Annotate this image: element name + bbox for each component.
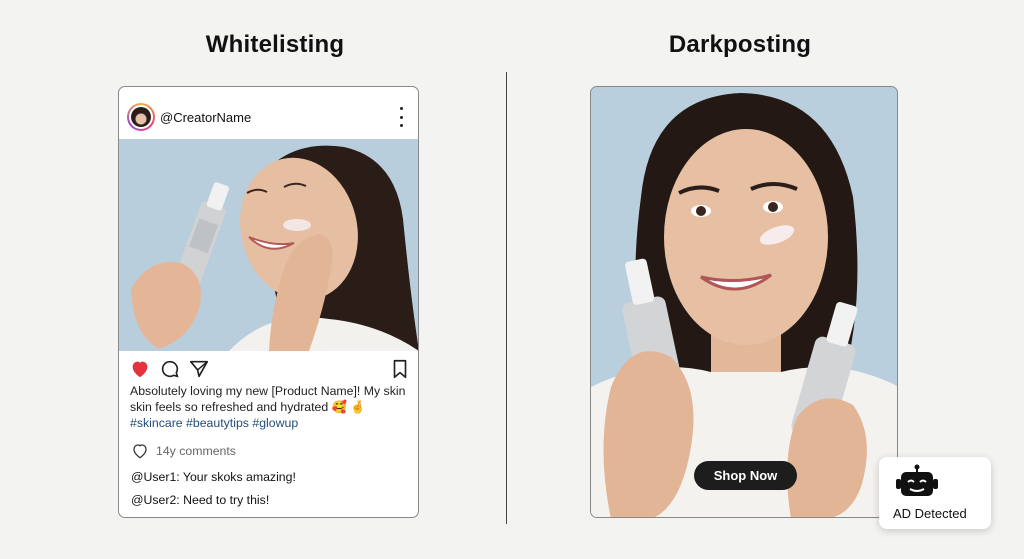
ad-detected-label: AD Detected bbox=[893, 506, 967, 521]
comment-item: @User2: Need to try this! bbox=[131, 493, 270, 507]
divider bbox=[506, 72, 507, 524]
whitelisting-title: Whitelisting bbox=[205, 31, 345, 58]
comment-icon[interactable] bbox=[159, 358, 181, 380]
ad-photo bbox=[591, 87, 897, 517]
avatar[interactable] bbox=[127, 103, 155, 131]
heart-outline-icon[interactable] bbox=[130, 442, 150, 460]
post-caption: Absolutely loving my new [Product Name]!… bbox=[130, 383, 412, 431]
comment-item: @User1: Your skoks amazing! bbox=[131, 470, 296, 484]
more-options-icon[interactable] bbox=[394, 107, 408, 127]
share-icon[interactable] bbox=[188, 358, 210, 380]
username[interactable]: @CreatorName bbox=[160, 110, 251, 125]
hashtags[interactable]: #skincare #beautytips #glowup bbox=[130, 416, 298, 430]
comments-count[interactable]: 14y comments bbox=[156, 444, 236, 458]
heart-icon[interactable] bbox=[129, 358, 151, 380]
shop-now-button[interactable]: Shop Now bbox=[694, 461, 797, 490]
post-header: @CreatorName bbox=[119, 87, 418, 139]
post-photo bbox=[119, 139, 418, 351]
view-comments[interactable]: 14y comments bbox=[130, 440, 380, 462]
darkposting-title: Darkposting bbox=[668, 31, 812, 58]
darkpost-ad: Shop Now bbox=[590, 86, 898, 518]
caption-text: Absolutely loving my new [Product Name]!… bbox=[130, 384, 406, 414]
post-actions bbox=[119, 357, 418, 383]
instagram-post-card: @CreatorName Absolutely loving my new [P… bbox=[118, 86, 419, 518]
bookmark-icon[interactable] bbox=[389, 358, 411, 380]
robot-icon bbox=[896, 464, 938, 496]
ad-detected-badge: AD Detected bbox=[879, 457, 991, 529]
